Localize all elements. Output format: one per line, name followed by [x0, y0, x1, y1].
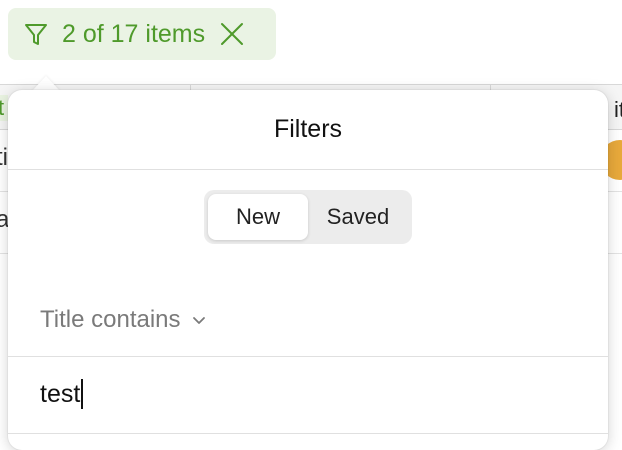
input-value: test: [40, 379, 81, 408]
text-caret: [81, 379, 84, 409]
criterion-label: Title contains: [40, 306, 181, 333]
table-header-cell[interactable]: it: [614, 97, 622, 123]
title-contains-input[interactable]: test: [40, 379, 84, 409]
filter-icon: [22, 20, 50, 48]
popover-title: Filters: [273, 115, 343, 143]
popover-header: Filters: [8, 90, 608, 170]
filter-summary-chip[interactable]: 2 of 17 items: [8, 8, 276, 60]
table-header-cell[interactable]: t: [0, 95, 8, 121]
segment-saved[interactable]: Saved: [308, 194, 408, 240]
criterion-dropdown[interactable]: Title contains: [40, 306, 207, 334]
new-saved-segmented-control: New Saved: [204, 190, 412, 244]
segment-new[interactable]: New: [208, 194, 308, 240]
close-icon[interactable]: [219, 21, 245, 47]
filter-summary-label: 2 of 17 items: [62, 19, 206, 48]
toolbar: 2 of 17 items: [0, 0, 622, 84]
criterion-input-row[interactable]: test: [8, 356, 608, 434]
popover-arrow: [32, 76, 60, 91]
chevron-down-icon: [191, 312, 207, 328]
filters-popover: Filters New Saved Title contains test: [8, 90, 608, 450]
